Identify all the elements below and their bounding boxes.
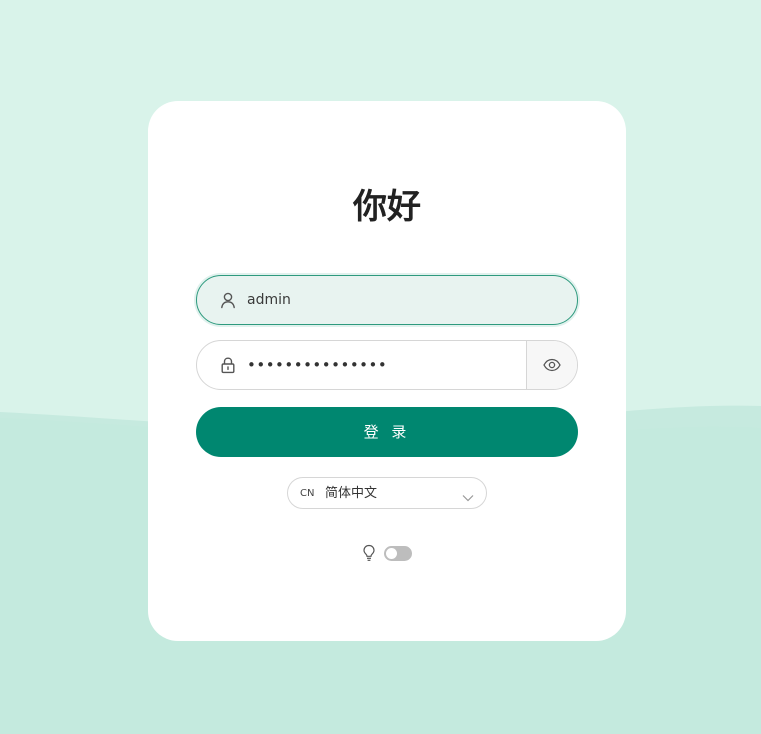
- theme-switch-row: [362, 543, 414, 563]
- username-value: admin: [247, 292, 291, 308]
- show-password-button[interactable]: [526, 341, 577, 389]
- language-select[interactable]: CN 简体中文: [287, 477, 487, 509]
- language-code: CN: [300, 488, 315, 499]
- toggle-knob: [386, 548, 397, 559]
- username-field[interactable]: admin: [196, 275, 578, 325]
- greeting-title: 你好: [353, 187, 421, 227]
- language-selected: 简体中文: [325, 486, 378, 501]
- user-icon: [219, 291, 237, 309]
- password-value: •••••••••••••••: [247, 356, 388, 374]
- chevron-down-icon: [462, 488, 474, 507]
- login-card: 你好 admin ••••••••••••••• 登 录 CN 简体中文: [148, 101, 626, 641]
- dark-mode-toggle[interactable]: [384, 546, 412, 561]
- lightbulb-icon: [362, 544, 376, 566]
- password-field[interactable]: •••••••••••••••: [196, 340, 578, 390]
- eye-icon: [543, 358, 561, 372]
- login-button[interactable]: 登 录: [196, 407, 578, 457]
- lock-icon: [219, 356, 237, 374]
